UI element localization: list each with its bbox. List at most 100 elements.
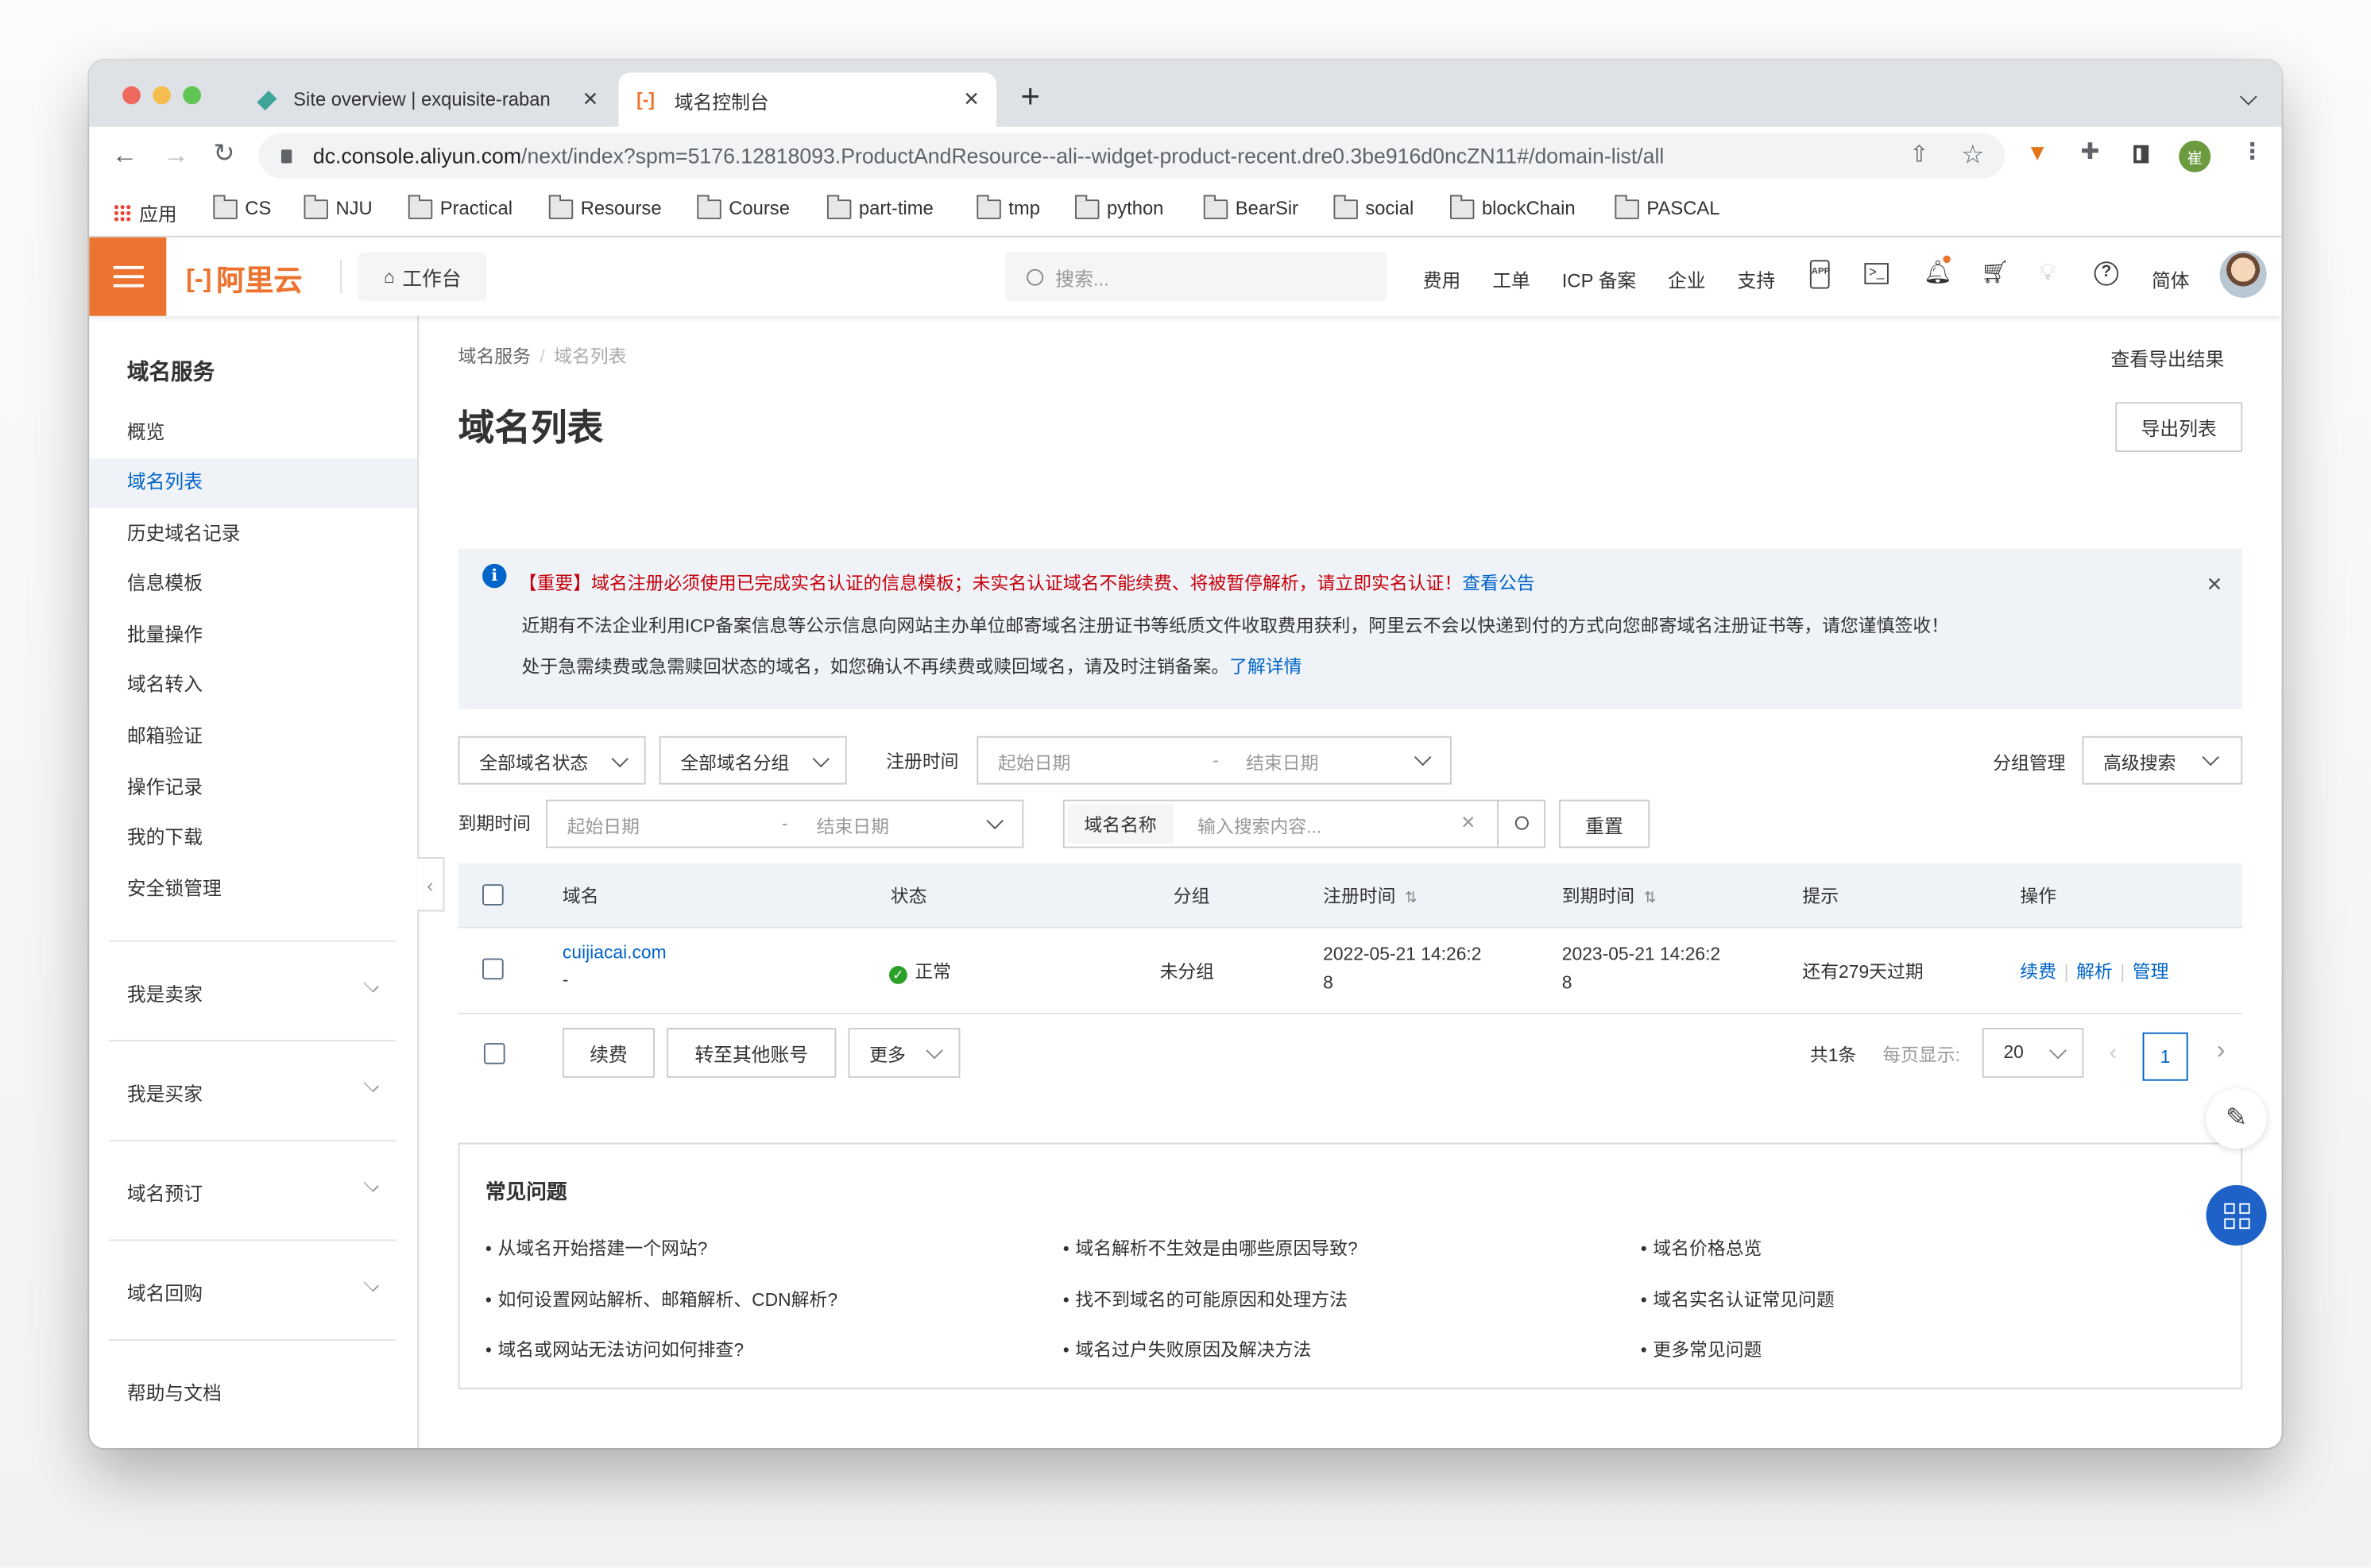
prev-page-icon[interactable]: ‹ <box>2110 1040 2118 1065</box>
tab-search-icon[interactable] <box>2239 88 2257 106</box>
advanced-search-button[interactable]: 高级搜索 <box>2082 736 2243 785</box>
global-search-input[interactable]: 搜索... <box>1005 252 1387 301</box>
dns-resolve-link[interactable]: 解析 <box>2076 961 2113 983</box>
nav-enterprise[interactable]: 企业 <box>1668 265 1706 293</box>
learn-more-link[interactable]: 了解详情 <box>1229 656 1302 678</box>
reg-date-range-picker[interactable]: 起始日期 - 结束日期 <box>977 736 1452 785</box>
menu-hamburger-button[interactable] <box>89 237 167 316</box>
bookmark-folder[interactable]: blockChain <box>1449 194 1576 219</box>
bookmark-folder[interactable]: social <box>1332 194 1414 219</box>
sidebar-item-downloads[interactable]: 我的下载 <box>89 813 417 863</box>
workbench-button[interactable]: ⌂ 工作台 <box>358 252 487 301</box>
col-exp-time[interactable]: 到期时间 ⇅ <box>1562 882 1657 908</box>
bookmark-star-icon[interactable]: ☆ <box>1961 142 1984 168</box>
share-icon[interactable]: ⇧ <box>1909 144 1928 167</box>
terminal-icon[interactable]: >_ <box>1864 263 1889 284</box>
col-reg-time[interactable]: 注册时间 ⇅ <box>1323 882 1418 908</box>
close-tab-icon[interactable]: ✕ <box>582 87 599 111</box>
faq-link[interactable]: 从域名开始搭建一个网站? <box>485 1235 707 1261</box>
sidebar-item-batch[interactable]: 批量操作 <box>89 611 417 661</box>
row-checkbox[interactable] <box>482 958 504 980</box>
sidebar-item-email-verify[interactable]: 邮箱验证 <box>89 712 417 762</box>
breadcrumb-item[interactable]: 域名服务 <box>458 346 531 368</box>
close-notice-icon[interactable]: ✕ <box>2207 573 2223 597</box>
domain-group-select[interactable]: 全部域名分组 <box>659 736 847 785</box>
sidepanel-icon[interactable] <box>2133 145 2149 164</box>
tab-domain-console[interactable]: [-] 域名控制台 ✕ <box>618 72 997 127</box>
quick-menu-button[interactable] <box>2206 1184 2267 1246</box>
sidebar-item-transfer-in[interactable]: 域名转入 <box>89 661 417 711</box>
nav-icp[interactable]: ICP 备案 <box>1562 265 1636 293</box>
batch-select-checkbox[interactable] <box>483 1043 505 1064</box>
bookmark-folder[interactable]: PASCAL <box>1614 194 1719 219</box>
sidebar-item-overview[interactable]: 概览 <box>89 408 417 458</box>
bookmark-apps[interactable]: 应用 <box>113 198 177 226</box>
faq-link[interactable]: 域名解析不生效是由哪些原因导致? <box>1063 1235 1357 1261</box>
sidebar-group-buyer[interactable]: 我是买家 <box>109 1040 396 1141</box>
faq-link[interactable]: 更多常见问题 <box>1641 1336 1762 1361</box>
sidebar-group-reserve[interactable]: 域名预订 <box>109 1139 396 1242</box>
export-list-button[interactable]: 导出列表 <box>2115 402 2243 452</box>
sort-icon[interactable]: ⇅ <box>1405 890 1418 907</box>
sidebar-help-docs[interactable]: 帮助与文档 <box>109 1339 396 1441</box>
new-tab-button[interactable]: + <box>1021 77 1040 116</box>
search-submit-button[interactable] <box>1496 801 1545 847</box>
faq-link[interactable]: 如何设置网站解析、邮箱解析、CDN解析? <box>485 1286 837 1311</box>
bookmark-folder[interactable]: BearSir <box>1203 194 1298 219</box>
bookmark-folder[interactable]: Resourse <box>548 194 662 219</box>
bookmark-folder[interactable]: Practical <box>408 194 512 219</box>
cart-icon[interactable]: 🛒︎ <box>1981 261 2009 284</box>
feedback-button[interactable]: ✎ <box>2206 1088 2267 1149</box>
view-export-results-link[interactable]: 查看导出结果 <box>2111 343 2225 372</box>
batch-renew-button[interactable]: 续费 <box>562 1028 655 1078</box>
browser-menu-icon[interactable]: ⋮ <box>2241 141 2264 164</box>
bookmark-folder[interactable]: CS <box>212 194 271 219</box>
minimize-window-button[interactable] <box>153 86 172 105</box>
sidebar-item-history[interactable]: 历史域名记录 <box>89 509 417 559</box>
select-all-checkbox[interactable] <box>482 884 504 906</box>
faq-link[interactable]: 域名过户失败原因及解决方法 <box>1063 1336 1311 1361</box>
profile-avatar[interactable]: 崔 <box>2179 140 2211 172</box>
reload-icon[interactable]: ↻ <box>213 141 234 166</box>
user-avatar[interactable] <box>2219 250 2267 298</box>
faq-link[interactable]: 找不到域名的可能原因和处理方法 <box>1063 1286 1348 1311</box>
per-page-select[interactable]: 20 <box>1982 1028 2084 1078</box>
renew-link[interactable]: 续费 <box>2020 961 2056 983</box>
app-icon[interactable]: APP <box>1809 260 1830 289</box>
close-tab-icon[interactable]: ✕ <box>963 87 980 111</box>
metamask-fox-icon[interactable]: ▼ <box>2026 142 2048 165</box>
aliyun-logo[interactable]: [-] 阿里云 <box>186 258 303 299</box>
language-switch[interactable]: 简体 <box>2152 265 2190 293</box>
sidebar-collapse-button[interactable]: ‹ <box>417 857 445 912</box>
lightbulb-icon[interactable]: 💡︎ <box>2040 261 2056 284</box>
bookmark-folder[interactable]: python <box>1074 194 1163 219</box>
bookmark-folder[interactable]: NJU <box>303 194 373 219</box>
notification-bell-icon[interactable]: 🔔︎ <box>1924 261 1952 284</box>
sidebar-group-buyback[interactable]: 域名回购 <box>109 1239 396 1341</box>
back-icon[interactable]: ← <box>112 142 137 168</box>
tab-site-overview[interactable]: Site overview | exquisite-raban ✕ <box>241 72 611 127</box>
faq-link[interactable]: 域名实名认证常见问题 <box>1641 1286 1834 1311</box>
close-window-button[interactable] <box>122 86 141 105</box>
domain-link[interactable]: cuijiacai.com <box>563 942 667 964</box>
nav-tickets[interactable]: 工单 <box>1492 265 1530 293</box>
clear-input-icon[interactable]: ✕ <box>1460 812 1476 833</box>
help-icon[interactable]: ? <box>2094 261 2119 286</box>
sidebar-item-security-lock[interactable]: 安全锁管理 <box>89 865 417 915</box>
nav-billing[interactable]: 费用 <box>1423 265 1461 293</box>
manage-link[interactable]: 管理 <box>2133 961 2169 983</box>
sort-icon[interactable]: ⇅ <box>1644 890 1657 907</box>
sidebar-group-seller[interactable]: 我是卖家 <box>109 940 396 1042</box>
more-actions-dropdown[interactable]: 更多 <box>848 1028 961 1078</box>
forward-icon[interactable]: → <box>164 142 189 168</box>
next-page-icon[interactable]: › <box>2217 1036 2226 1066</box>
sidebar-item-operation-log[interactable]: 操作记录 <box>89 763 417 813</box>
faq-link[interactable]: 域名价格总览 <box>1641 1235 1762 1261</box>
page-1-button[interactable]: 1 <box>2142 1032 2188 1081</box>
extensions-puzzle-icon[interactable]: ✚ <box>2081 141 2100 164</box>
bookmark-folder[interactable]: tmp <box>976 194 1040 219</box>
address-bar[interactable]: dc.console.aliyun.com/next/index?spm=517… <box>258 133 2005 179</box>
nav-support[interactable]: 支持 <box>1738 265 1776 293</box>
bookmark-folder[interactable]: part-time <box>826 194 934 219</box>
transfer-account-button[interactable]: 转至其他账号 <box>667 1028 837 1078</box>
